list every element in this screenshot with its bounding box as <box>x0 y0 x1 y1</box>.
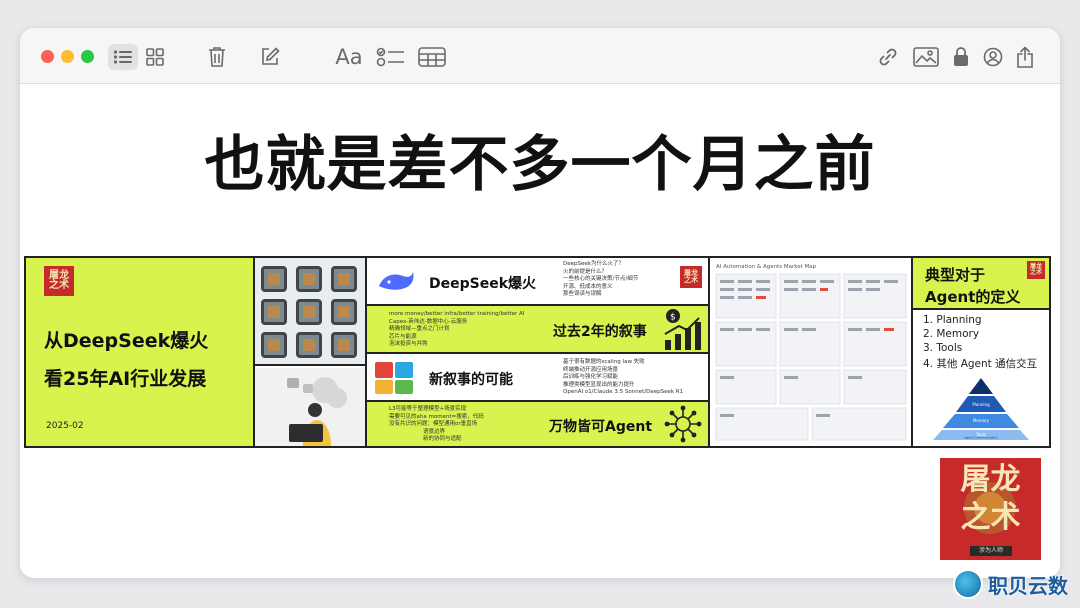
definition-item: 4. 其他 Agent 通信交互 <box>923 358 1038 370</box>
cover-title-line1: 从DeepSeek爆火 <box>44 330 209 352</box>
puzzle-icon <box>375 362 413 394</box>
outline-row-new: 新叙事的可能 基于很有数据的scaling law 失败 终端推动开源应用场景 … <box>367 354 708 402</box>
illustration-slide <box>255 258 367 446</box>
growth-chart-icon: $ <box>664 309 701 350</box>
link-icon <box>879 48 897 66</box>
bullet: 那些误读与误解 <box>563 291 602 298</box>
outline-row-agent: L3可能等于整理模型+场景实现 需要可见的aha moment=搜索，代码 没有… <box>367 402 708 446</box>
bullet: DeepSeek为什么火了？ <box>563 261 624 267</box>
past-heading: 过去2年的叙事 <box>553 324 647 340</box>
grid-icon <box>146 48 164 66</box>
new-heading: 新叙事的可能 <box>429 372 513 388</box>
share-icon <box>1017 46 1033 68</box>
pyramid-level-label: Planning <box>972 402 990 407</box>
bullet: 精确领域—重点之门计划 <box>389 326 450 333</box>
toolbar: Aa <box>20 28 1060 84</box>
watermark: 职贝云数 <box>953 568 1068 600</box>
table-icon <box>418 47 446 67</box>
definition-item: 3. Tools <box>923 342 963 354</box>
definition-item: 2. Memory <box>923 328 980 340</box>
bullet: more money/better infra/better training/… <box>389 311 525 317</box>
pyramid-level-label: Memory <box>973 418 990 423</box>
worker-illustration <box>255 368 365 446</box>
format-button[interactable]: Aa <box>333 44 365 70</box>
media-button[interactable] <box>912 44 940 70</box>
whale-icon <box>379 272 414 290</box>
definition-title-line2: Agent的定义 <box>925 288 1021 306</box>
definition-title-line1: 典型对于 <box>925 266 986 284</box>
cover-title-line2: 看25年AI行业发展 <box>44 368 207 390</box>
watermark-text: 职贝云数 <box>988 573 1068 598</box>
chip-grid-image <box>255 258 365 366</box>
delete-button[interactable] <box>205 44 229 70</box>
checklist-button[interactable] <box>375 44 407 70</box>
bullet: 推理类模型显现出的能力提升 <box>563 381 635 388</box>
minimize-window-button[interactable] <box>61 50 74 63</box>
agent-definition-slide: 典型对于 Agent的定义 屠龙 之术 1. Planning 2. Memor… <box>913 258 1049 446</box>
bullet: OpenAI o1/Claude 3.5 Sonnet/DeepSeek R1 <box>563 389 684 396</box>
seal-logo: 屠龙 之术 <box>1027 261 1045 279</box>
close-window-button[interactable] <box>41 50 54 63</box>
outline-row-deepseek: DeepSeek爆火 DeepSeek为什么火了？ 火的前提是什么？ 一些核心的… <box>367 258 708 306</box>
market-map-image: AI Automation & Agents Market Map <box>714 262 909 444</box>
past-bullets: more money/better infra/better training/… <box>389 311 524 349</box>
cover-date: 2025-02 <box>46 421 84 431</box>
network-icon <box>664 405 702 443</box>
pyramid-diagram: Planning Memory Tools Agent Communicatio… <box>933 378 1029 440</box>
logo-tagline: 涉为人师 <box>970 546 1012 556</box>
link-button[interactable] <box>876 44 900 70</box>
photo-icon <box>913 47 939 67</box>
zoom-window-button[interactable] <box>81 50 94 63</box>
agent-heading: 万物皆可Agent <box>549 419 653 435</box>
bullet: 新的协同与适配 <box>423 436 462 443</box>
market-map-slide: AI Automation & Agents Market Map <box>710 258 913 446</box>
bullet: 后训练与强化学习赋能 <box>563 374 619 381</box>
pyramid-level-label: Agent Communication <box>964 436 998 440</box>
bullet: L3可能等于整理模型+场景实现 <box>389 406 467 412</box>
list-view-button[interactable] <box>108 44 138 70</box>
slide-thumbnail-strip: 屠龙 之术 从DeepSeek爆火 看25年AI行业发展 2025-02 Dee… <box>24 256 1051 448</box>
tulong-logo: 屠龙 之术 涉为人师 <box>940 458 1041 560</box>
collaborate-button[interactable] <box>981 44 1005 70</box>
globe-icon <box>953 569 983 599</box>
lock-icon <box>954 47 968 66</box>
outline-row-past: more money/better infra/better training/… <box>367 306 708 354</box>
new-bullets: 基于很有数据的scaling law 失败 终端推动开源应用场景 后训练与强化学… <box>563 359 683 397</box>
definition-header: 典型对于 Agent的定义 屠龙 之术 <box>913 258 1049 310</box>
table-button[interactable] <box>417 44 447 70</box>
logo-text: 之术 <box>960 500 1021 535</box>
list-icon <box>113 50 132 64</box>
share-button[interactable] <box>1013 44 1037 70</box>
seal-logo: 屠龙 之术 <box>680 266 702 288</box>
bullet: 泡沫投资与并购 <box>389 341 428 348</box>
notes-window: Aa 也就是差不多一个月之前 屠龙 之术 从DeepSeek爆火 看25年AI行… <box>20 28 1060 578</box>
person-circle-icon <box>983 47 1003 67</box>
note-headline: 也就是差不多一个月之前 <box>204 130 876 200</box>
deepseek-heading: DeepSeek爆火 <box>429 276 537 292</box>
outline-slide: DeepSeek爆火 DeepSeek为什么火了？ 火的前提是什么？ 一些核心的… <box>367 258 710 446</box>
bullet: 没有共识的问题：模型通用or垂直场 <box>389 421 478 428</box>
deepseek-bullets: DeepSeek为什么火了？ 火的前提是什么？ 一些核心的关键决策/节点/细节 … <box>563 261 638 299</box>
logo-text: 屠龙 <box>960 462 1021 497</box>
gallery-view-button[interactable] <box>143 44 167 70</box>
svg-text:$: $ <box>670 313 676 323</box>
checklist-icon <box>376 47 404 67</box>
cover-slide: 屠龙 之术 从DeepSeek爆火 看25年AI行业发展 2025-02 <box>26 258 255 446</box>
bullet: 基于很有数据的scaling law 失败 <box>563 359 645 365</box>
seal-logo: 屠龙 之术 <box>44 266 74 296</box>
compose-icon <box>262 47 280 65</box>
trash-icon <box>209 47 225 67</box>
bullet: 一些核心的关键决策/节点/细节 <box>563 276 639 283</box>
compose-button[interactable] <box>258 44 282 70</box>
agent-bullets: L3可能等于整理模型+场景实现 需要可见的aha moment=搜索，代码 没有… <box>389 406 484 444</box>
lock-button[interactable] <box>950 44 972 70</box>
definition-item: 1. Planning <box>923 314 982 326</box>
